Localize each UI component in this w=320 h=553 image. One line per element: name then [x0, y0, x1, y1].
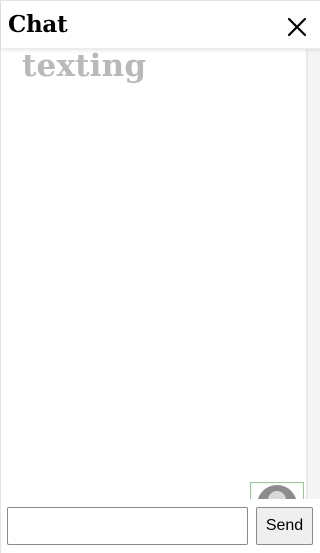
message-list[interactable]: texting: [1, 49, 307, 499]
send-button[interactable]: Send: [256, 507, 313, 545]
avatar[interactable]: [250, 482, 304, 499]
close-icon: [287, 17, 307, 37]
message-input[interactable]: [7, 507, 248, 545]
message-item: texting: [22, 49, 147, 84]
chat-window: Chat texting Send: [0, 0, 320, 553]
message-composer: Send: [1, 499, 320, 553]
close-button[interactable]: [283, 13, 311, 41]
chat-title: Chat: [8, 11, 68, 38]
chat-header: Chat: [1, 1, 320, 49]
message-list-scrollbar[interactable]: [307, 49, 320, 499]
